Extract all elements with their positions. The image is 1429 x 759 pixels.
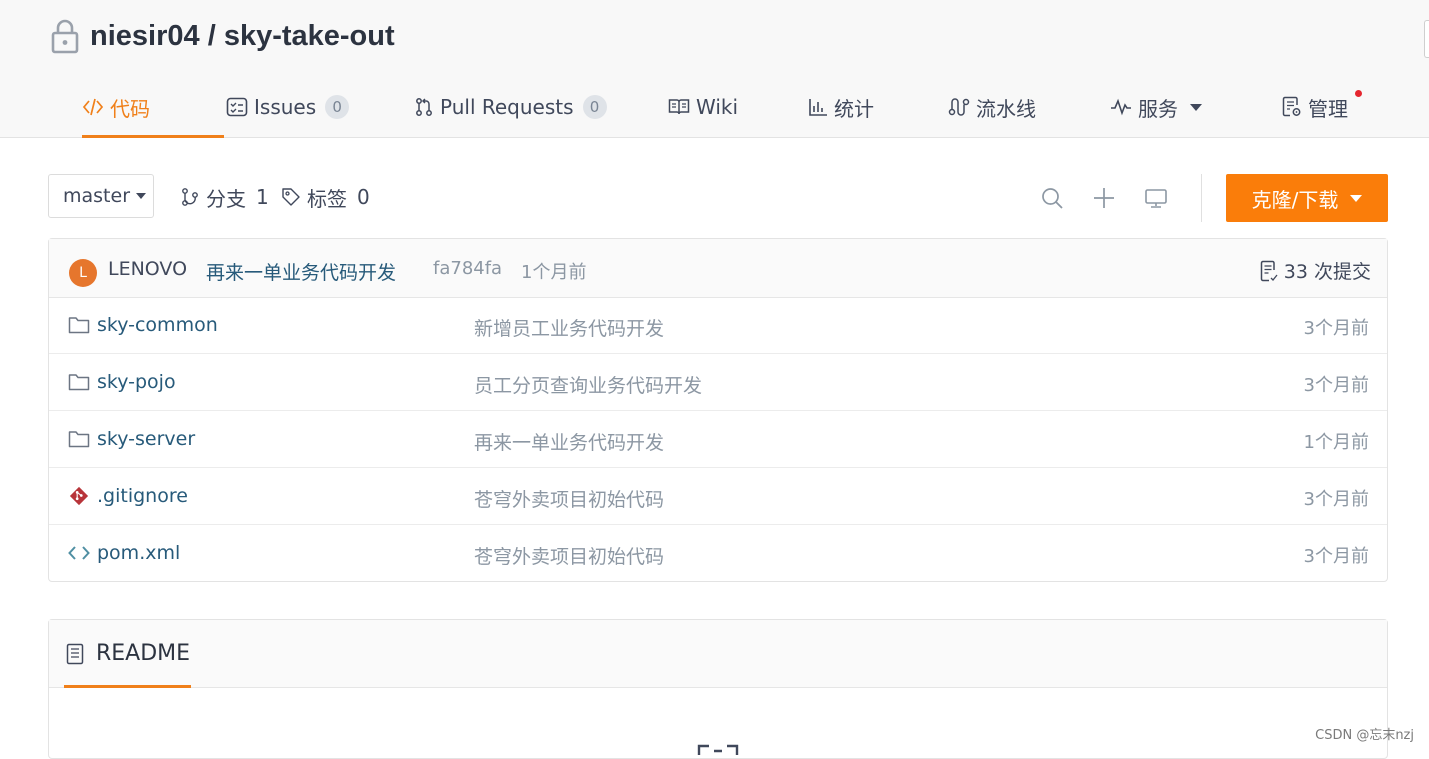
tags-label: 标签 [307, 186, 347, 211]
branches-label: 分支 [206, 186, 246, 211]
bar-chart-icon [809, 99, 827, 116]
readme-header: README [49, 620, 1387, 688]
file-browser: L LENOVO 再来一单业务代码开发 fa784fa 1个月前 33 次提交 … [48, 238, 1388, 582]
readme-panel: README [48, 619, 1388, 759]
notification-dot [1355, 90, 1362, 97]
file-time: 3个月前 [1303, 375, 1369, 396]
commit-count-link[interactable]: 33 次提交 [1260, 257, 1371, 284]
table-row[interactable]: sky-server 再来一单业务代码开发 1个月前 [49, 411, 1387, 468]
tab-pipeline[interactable]: 流水线 [948, 78, 1036, 136]
side-panel-edge[interactable] [1424, 20, 1429, 58]
tab-pull-requests-label: Pull Requests [440, 95, 574, 119]
tag-icon [282, 188, 300, 206]
file-time: 3个月前 [1303, 546, 1369, 567]
tab-stats-label: 统计 [834, 96, 874, 121]
file-time: 1个月前 [1303, 432, 1369, 453]
lock-icon [51, 19, 79, 54]
file-commit-message[interactable]: 苍穹外卖项目初始代码 [474, 542, 664, 569]
tab-pipeline-label: 流水线 [976, 96, 1036, 121]
commit-author[interactable]: LENOVO [108, 258, 187, 280]
chevron-down-icon [1350, 194, 1363, 202]
tab-stats[interactable]: 统计 [808, 78, 874, 136]
repo-header: niesir04 / sky-take-out 代码 Issues 0 Pull… [0, 0, 1429, 138]
file-name-link[interactable]: .gitignore [97, 485, 188, 507]
tab-code-label: 代码 [110, 96, 150, 121]
table-row[interactable]: .gitignore 苍穹外卖项目初始代码 3个月前 [49, 468, 1387, 525]
file-time: 3个月前 [1303, 489, 1369, 510]
clone-download-button[interactable]: 克隆/下载 [1226, 174, 1388, 222]
tab-readme[interactable]: README [64, 620, 191, 688]
code-icon [82, 98, 104, 116]
commits-icon [1260, 260, 1278, 281]
tab-services-label: 服务 [1138, 96, 1178, 121]
tags-link[interactable]: 标签 0 [281, 174, 370, 220]
tab-pull-requests[interactable]: Pull Requests 0 [414, 78, 607, 136]
toolbar-divider [1201, 174, 1202, 222]
issues-count-badge: 0 [325, 95, 350, 119]
pulse-icon [1111, 98, 1131, 116]
file-time: 3个月前 [1303, 318, 1369, 339]
tab-issues[interactable]: Issues 0 [226, 78, 350, 136]
pull-requests-count-badge: 0 [582, 95, 607, 119]
commit-time: 1个月前 [521, 262, 587, 283]
branch-selector-label: master [63, 185, 131, 207]
file-name-link[interactable]: sky-pojo [97, 371, 176, 393]
repo-separator: / [199, 19, 224, 52]
readme-title: README [96, 641, 191, 666]
branches-count: 1 [256, 185, 269, 209]
tab-manage[interactable]: 管理 [1282, 78, 1362, 136]
repo-toolbar: master 分支 1 标签 0 克隆/下载 [48, 174, 1388, 222]
file-commit-message[interactable]: 员工分页查询业务代码开发 [474, 371, 702, 398]
settings-doc-icon [1282, 96, 1301, 117]
add-icon[interactable] [1092, 186, 1116, 210]
tab-wiki-label: Wiki [696, 95, 739, 119]
branch-icon [182, 188, 198, 206]
repo-owner-link[interactable]: niesir04 [90, 20, 200, 53]
tab-wiki[interactable]: Wiki [668, 78, 738, 136]
issues-icon [226, 97, 248, 117]
tags-count: 0 [357, 185, 370, 209]
tab-issues-label: Issues [254, 95, 317, 119]
file-commit-message[interactable]: 再来一单业务代码开发 [474, 428, 664, 455]
tab-services[interactable]: 服务 [1110, 78, 1202, 136]
document-icon [66, 643, 84, 664]
table-row[interactable]: pom.xml 苍穹外卖项目初始代码 3个月前 [49, 525, 1387, 582]
latest-commit-bar: L LENOVO 再来一单业务代码开发 fa784fa 1个月前 33 次提交 [49, 239, 1387, 298]
git-file-icon [69, 486, 89, 506]
table-row[interactable]: sky-common 新增员工业务代码开发 3个月前 [49, 297, 1387, 354]
commit-sha-link[interactable]: fa784fa [433, 258, 502, 279]
chevron-down-icon [1190, 103, 1202, 111]
book-icon [668, 99, 690, 115]
chevron-down-icon [136, 193, 147, 199]
avatar[interactable]: L [69, 259, 97, 287]
monitor-icon[interactable] [1144, 186, 1168, 210]
table-row[interactable]: sky-pojo 员工分页查询业务代码开发 3个月前 [49, 354, 1387, 411]
commit-message-link[interactable]: 再来一单业务代码开发 [206, 258, 396, 285]
code-file-icon [68, 546, 90, 560]
branches-link[interactable]: 分支 1 [180, 174, 269, 220]
repo-name-link[interactable]: sky-take-out [224, 20, 395, 53]
file-name-link[interactable]: pom.xml [97, 542, 180, 564]
pull-request-icon [416, 98, 432, 116]
tab-code[interactable]: 代码 [82, 78, 224, 138]
search-icon[interactable] [1040, 186, 1064, 210]
file-name-link[interactable]: sky-server [97, 428, 195, 450]
clone-download-label: 克隆/下载 [1251, 187, 1339, 212]
branch-selector[interactable]: master [48, 174, 154, 218]
file-commit-message[interactable]: 苍穹外卖项目初始代码 [474, 485, 664, 512]
file-name-link[interactable]: sky-common [97, 314, 218, 336]
folder-icon [68, 317, 90, 334]
commit-count-label: 33 次提交 [1283, 261, 1371, 283]
pipeline-icon [948, 98, 970, 116]
repo-title: niesir04 / sky-take-out [50, 18, 395, 54]
watermark: CSDN @忘末nzj [1315, 728, 1414, 743]
folder-icon [68, 431, 90, 448]
tab-manage-label: 管理 [1308, 96, 1348, 121]
readme-content-icon [697, 744, 739, 755]
file-commit-message[interactable]: 新增员工业务代码开发 [474, 314, 664, 341]
folder-icon [68, 374, 90, 391]
